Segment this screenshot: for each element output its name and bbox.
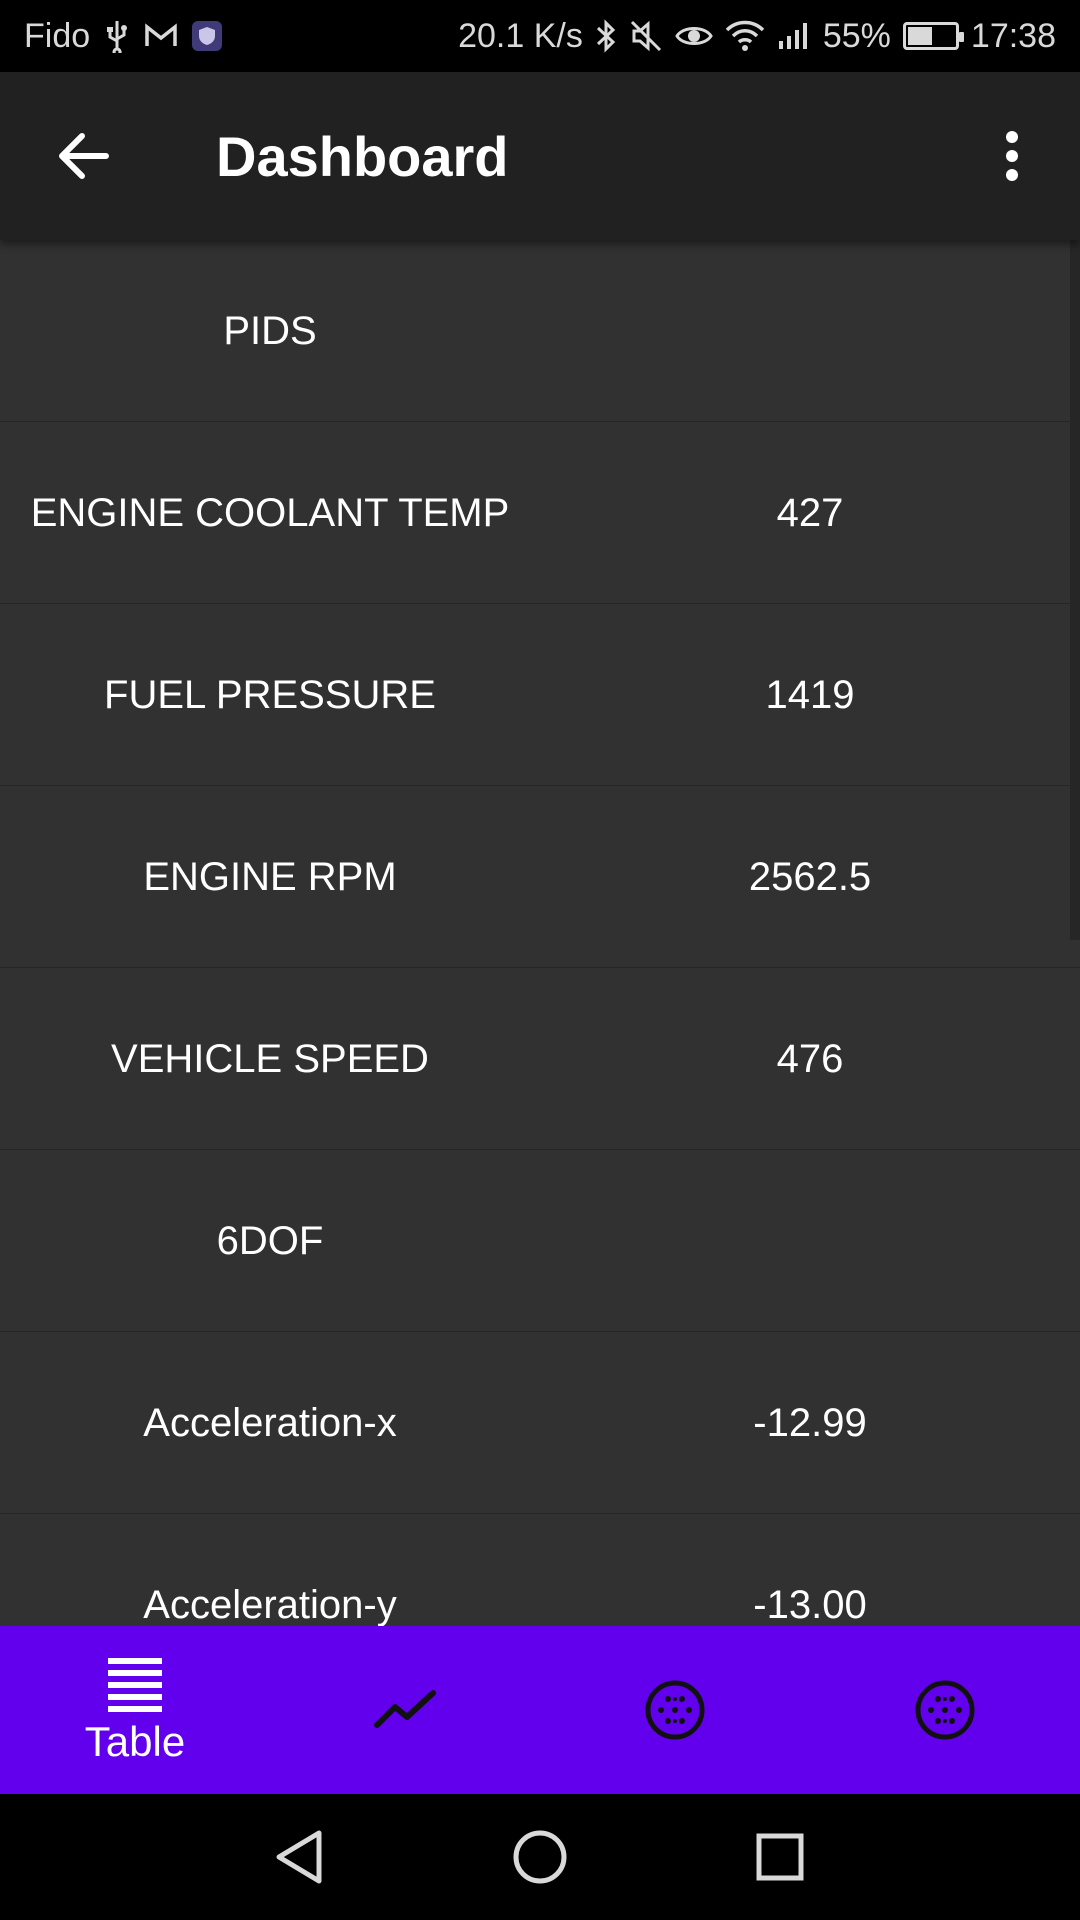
shield-icon <box>192 21 223 51</box>
table-row[interactable]: PIDS <box>0 240 1080 422</box>
gauge-dots-icon <box>915 1680 975 1740</box>
pid-name-cell: ENGINE RPM <box>143 854 397 899</box>
table-list-icon <box>108 1658 162 1712</box>
page-title: Dashboard <box>216 124 509 188</box>
carrier-name: Fido <box>24 16 91 55</box>
pid-value-cell <box>540 1150 1080 1332</box>
pid-value-cell <box>540 240 1080 422</box>
pid-name-cell: VEHICLE SPEED <box>111 1036 429 1081</box>
battery-icon <box>902 22 964 50</box>
table-row[interactable]: ENGINE COOLANT TEMP 427 <box>0 422 1080 604</box>
signal-icon <box>777 21 811 51</box>
table-row[interactable]: Acceleration-x -12.99 <box>0 1332 1080 1514</box>
pid-value-cell: 1419 <box>765 672 855 717</box>
pid-value-cell: 427 <box>776 490 844 535</box>
system-recents-button[interactable] <box>747 1824 813 1890</box>
pid-value-cell: -13.00 <box>753 1582 867 1627</box>
pid-name-cell: PIDS <box>223 308 317 353</box>
pid-name-cell: Acceleration-y <box>143 1582 397 1627</box>
app-bar: Dashboard <box>0 72 1080 240</box>
system-back-button[interactable] <box>266 1824 332 1890</box>
pid-name-cell: FUEL PRESSURE <box>104 672 436 717</box>
usb-icon <box>104 19 130 53</box>
system-navigation-bar <box>0 1794 1080 1920</box>
arrow-back-icon <box>59 133 109 179</box>
nav-label-table: Table <box>84 1718 186 1765</box>
chart-line-icon <box>374 1690 436 1728</box>
network-speed: 20.1 K/s <box>458 16 583 55</box>
pid-name-cell: Acceleration-x <box>143 1400 397 1445</box>
gmail-icon <box>144 23 178 49</box>
nav-item-chart[interactable] <box>270 1626 540 1794</box>
wifi-icon <box>725 20 765 52</box>
table-row[interactable]: VEHICLE SPEED 476 <box>0 968 1080 1150</box>
back-button[interactable] <box>44 116 124 196</box>
pid-name-cell: ENGINE COOLANT TEMP <box>30 490 510 535</box>
nav-item-table[interactable]: Table <box>0 1626 270 1794</box>
more-options-button[interactable] <box>972 116 1052 196</box>
table-row[interactable]: ENGINE RPM 2562.5 <box>0 786 1080 968</box>
pid-value-cell: -12.99 <box>753 1400 867 1445</box>
pid-name-cell: 6DOF <box>216 1218 324 1263</box>
triangle-back-icon <box>276 1830 322 1884</box>
system-home-button[interactable] <box>507 1824 573 1890</box>
gauge-dots-icon <box>645 1680 705 1740</box>
pid-value-cell: 476 <box>776 1036 844 1081</box>
status-right: 20.1 K/s 55% 17:38 <box>458 0 1056 72</box>
more-vert-icon <box>1006 131 1018 181</box>
eye-icon <box>675 22 713 50</box>
table-row[interactable]: FUEL PRESSURE 1419 <box>0 604 1080 786</box>
scrollbar[interactable] <box>1070 240 1080 940</box>
circle-home-icon <box>513 1830 567 1884</box>
data-table[interactable]: PIDS ENGINE COOLANT TEMP 427 FUEL PRESSURE 1… <box>0 240 1080 1626</box>
pid-value-cell: 2562.5 <box>748 854 872 899</box>
nav-item-gauge-2[interactable] <box>810 1626 1080 1794</box>
nav-item-gauge-1[interactable] <box>540 1626 810 1794</box>
bottom-navigation: Table <box>0 1626 1080 1794</box>
clock: 17:38 <box>970 16 1056 55</box>
battery-percent: 55% <box>822 16 891 55</box>
mute-icon <box>629 19 663 53</box>
status-left: Fido <box>24 0 223 72</box>
bluetooth-icon <box>595 18 617 54</box>
table-row[interactable]: Acceleration-y -13.00 <box>0 1514 1080 1627</box>
table-row[interactable]: 6DOF <box>0 1150 1080 1332</box>
status-bar: Fido 20.1 K/s 55% 17:38 <box>0 0 1080 72</box>
screen: Fido 20.1 K/s 55% 17:38 Dashboard PIDS E… <box>0 0 1080 1920</box>
square-recents-icon <box>756 1833 804 1881</box>
battery-fill <box>907 27 932 45</box>
